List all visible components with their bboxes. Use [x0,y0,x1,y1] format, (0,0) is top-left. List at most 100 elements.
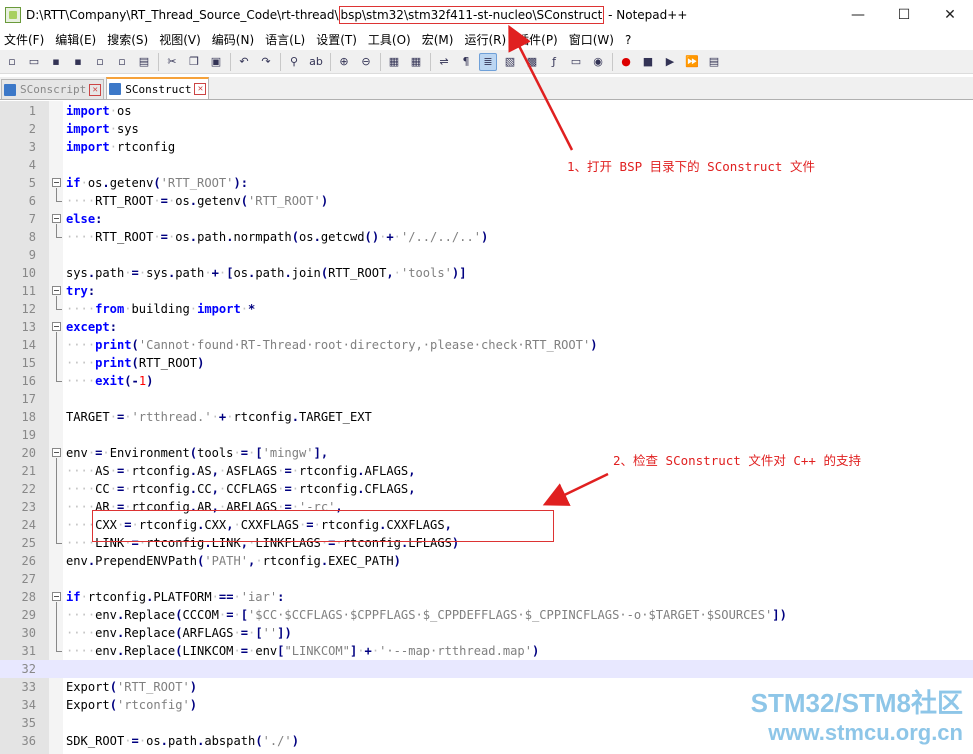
code-text[interactable]: sys.path·=·sys.path·+·[os.path.join(RTT_… [66,264,466,282]
fold-toggle-icon[interactable] [52,214,61,223]
code-text[interactable]: SDK_ROOT·=·os.path.abspath('./') [66,732,299,750]
code-line[interactable]: 19 [0,426,973,444]
code-text[interactable]: except: [66,318,117,336]
sync-vertical-icon[interactable]: ▦ [385,53,403,71]
menu-help[interactable]: ? [621,33,638,47]
code-line[interactable]: 18 TARGET·=·'rtthread.'·+·rtconfig.TARGET… [0,408,973,426]
menu-search[interactable]: 搜索(S) [103,31,155,48]
fold-toggle-icon[interactable] [52,448,61,457]
code-text[interactable]: ····exit(-1) [66,372,153,390]
menu-run[interactable]: 运行(R) [460,31,513,48]
menu-file[interactable]: 文件(F) [0,31,51,48]
menu-macro[interactable]: 宏(M) [418,31,461,48]
code-text[interactable]: import·rtconfig [66,138,175,156]
code-line[interactable]: 12 ····from·building·import·* [0,300,973,318]
menu-plugins[interactable]: 插件(P) [513,31,565,48]
code-line[interactable]: 13 except: [0,318,973,336]
code-text[interactable]: if·os.getenv('RTT_ROOT'): [66,174,248,192]
code-line[interactable]: 26 env.PrependENVPath('PATH',·rtconfig.EX… [0,552,973,570]
code-text[interactable]: if·rtconfig.PLATFORM·==·'iar': [66,588,284,606]
code-line[interactable]: 31 ····env.Replace(LINKCOM·=·env["LINKCOM… [0,642,973,660]
close-file-icon[interactable]: ▫ [91,53,109,71]
code-line[interactable]: 17 [0,390,973,408]
indent-guide-icon[interactable]: ≣ [479,52,497,71]
code-text[interactable]: import·os [66,102,132,120]
code-text[interactable]: ····RTT_ROOT·=·os.path.normpath(os.getcw… [66,228,488,246]
code-line[interactable]: 7 else: [0,210,973,228]
close-icon[interactable]: ✕ [89,83,102,96]
tab-sconscript[interactable]: SConscript ✕ [1,79,105,99]
code-line[interactable]: 27 [0,570,973,588]
fold-toggle-icon[interactable] [52,178,61,187]
code-text[interactable]: env·=·Environment(tools·=·['mingw'], [66,444,328,462]
show-all-chars-icon[interactable]: ¶ [457,53,475,71]
code-text[interactable]: ····CC·=·rtconfig.CC,·CCFLAGS·=·rtconfig… [66,480,416,498]
udl-icon[interactable]: ▧ [501,53,519,71]
menu-language[interactable]: 语言(L) [261,31,312,48]
find-icon[interactable]: ⚲ [285,53,303,71]
code-text[interactable]: ····env.Replace(CCCOM·=·['$CC·$CCFLAGS·$… [66,606,787,624]
replace-icon[interactable]: ab [307,53,325,71]
code-line[interactable]: 30 ····env.Replace(ARFLAGS·=·['']) [0,624,973,642]
menu-view[interactable]: 视图(V) [155,31,208,48]
save-icon[interactable]: ▪ [47,53,65,71]
menu-tools[interactable]: 工具(O) [364,31,418,48]
word-wrap-icon[interactable]: ⇌ [435,53,453,71]
code-text[interactable]: Export('rtconfig') [66,696,197,714]
cut-icon[interactable]: ✂ [163,53,181,71]
code-line[interactable]: 3 import·rtconfig [0,138,973,156]
code-text[interactable]: ····print('Cannot·found·RT-Thread·root·d… [66,336,598,354]
function-list-icon[interactable]: ƒ [545,53,563,71]
menu-window[interactable]: 窗口(W) [565,31,621,48]
code-text[interactable]: env.PrependENVPath('PATH',·rtconfig.EXEC… [66,552,401,570]
redo-icon[interactable]: ↷ [257,53,275,71]
code-line[interactable]: 32 [0,660,973,678]
code-editor[interactable]: 1 import·os 2 import·sys 3 import·rtconfig 4 5 i… [0,101,973,754]
print-icon[interactable]: ▤ [135,53,153,71]
close-all-icon[interactable]: ▫ [113,53,131,71]
close-icon[interactable]: ✕ [194,83,207,95]
open-file-icon[interactable]: ▭ [25,53,43,71]
copy-icon[interactable]: ❐ [185,53,203,71]
code-text[interactable]: else: [66,210,102,228]
close-button[interactable]: ✕ [927,0,973,30]
code-line[interactable]: 9 [0,246,973,264]
run-macro-multiple-icon[interactable]: ⏩ [683,53,701,71]
monitoring-icon[interactable]: ◉ [589,53,607,71]
code-line[interactable]: 8 ····RTT_ROOT·=·os.path.normpath(os.getc… [0,228,973,246]
code-line[interactable]: 1 import·os [0,102,973,120]
code-text[interactable]: TARGET·=·'rtthread.'·+·rtconfig.TARGET_E… [66,408,372,426]
paste-icon[interactable]: ▣ [207,53,225,71]
code-text[interactable]: Export('RTT_ROOT') [66,678,197,696]
save-macro-icon[interactable]: ▤ [705,53,723,71]
code-text[interactable]: ····env.Replace(ARFLAGS·=·['']) [66,624,292,642]
sync-horizontal-icon[interactable]: ▦ [407,53,425,71]
code-line[interactable]: 14 ····print('Cannot·found·RT-Thread·root… [0,336,973,354]
stop-macro-icon[interactable]: ■ [639,53,657,71]
fold-toggle-icon[interactable] [52,592,61,601]
code-text[interactable]: ····RTT_ROOT·=·os.getenv('RTT_ROOT') [66,192,328,210]
code-text[interactable]: import·sys [66,120,139,138]
zoom-in-icon[interactable]: ⊕ [335,53,353,71]
tab-sconstruct[interactable]: SConstruct ✕ [106,77,210,99]
code-line[interactable]: 22 ····CC·=·rtconfig.CC,·CCFLAGS·=·rtconf… [0,480,973,498]
code-text[interactable]: ····env.Replace(LINKCOM·=·env["LINKCOM"]… [66,642,539,660]
folder-workspace-icon[interactable]: ▭ [567,53,585,71]
code-line[interactable]: 11 try: [0,282,973,300]
menu-encoding[interactable]: 编码(N) [208,31,261,48]
play-macro-icon[interactable]: ▶ [661,53,679,71]
maximize-button[interactable]: ☐ [881,0,927,30]
code-line[interactable]: 10 sys.path·=·sys.path·+·[os.path.join(RT… [0,264,973,282]
menu-settings[interactable]: 设置(T) [312,31,364,48]
code-text[interactable]: ····print(RTT_ROOT) [66,354,204,372]
code-line[interactable]: 29 ····env.Replace(CCCOM·=·['$CC·$CCFLAGS… [0,606,973,624]
code-text[interactable]: try: [66,282,95,300]
code-line[interactable]: 2 import·sys [0,120,973,138]
code-line[interactable]: 28 if·rtconfig.PLATFORM·==·'iar': [0,588,973,606]
code-text[interactable]: ····AS·=·rtconfig.AS,·ASFLAGS·=·rtconfig… [66,462,416,480]
code-line[interactable]: 5 if·os.getenv('RTT_ROOT'): [0,174,973,192]
menu-edit[interactable]: 编辑(E) [51,31,103,48]
new-file-icon[interactable]: ▫ [3,53,21,71]
save-all-icon[interactable]: ▪ [69,53,87,71]
fold-toggle-icon[interactable] [52,322,61,331]
